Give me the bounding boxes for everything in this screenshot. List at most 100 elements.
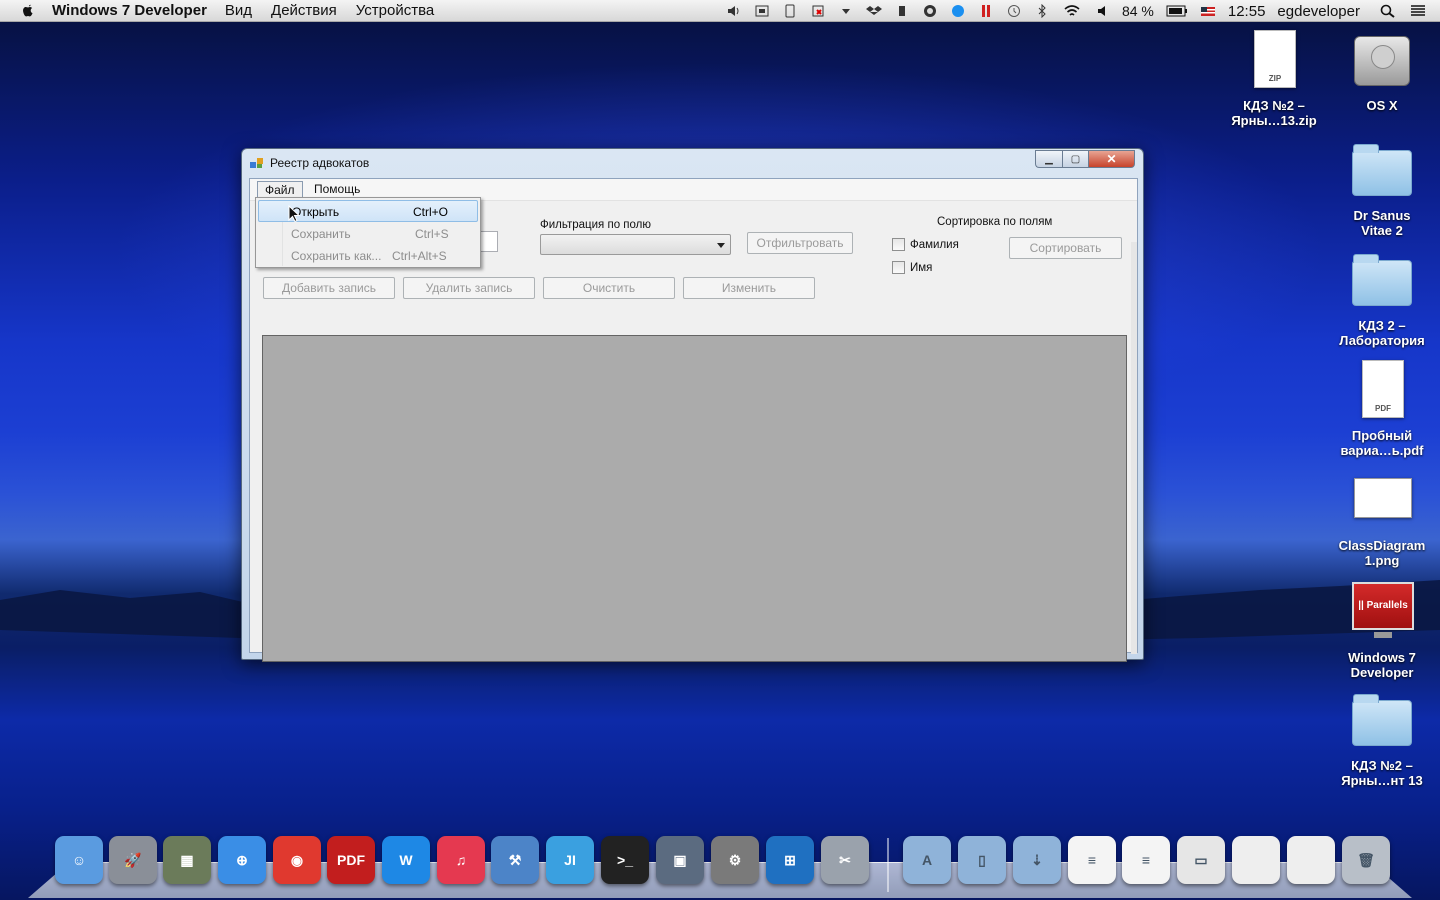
desktop-item-folder-dr-sanus[interactable]: Dr Sanus Vitae 2 xyxy=(1327,140,1437,238)
menu-item-save-as[interactable]: Сохранить как... Ctrl+Alt+S xyxy=(258,245,478,267)
maximize-button[interactable]: ▢ xyxy=(1062,150,1089,168)
launchpad-icon[interactable]: 🚀 xyxy=(109,836,157,884)
desktop-item-folder-kdz2[interactable]: КДЗ №2 – Ярны…нт 13 xyxy=(1327,690,1437,788)
desktop-item-label: КДЗ №2 – Ярны…нт 13 xyxy=(1341,758,1423,788)
mouse-pointer-icon xyxy=(288,205,300,223)
target-icon[interactable] xyxy=(922,4,938,18)
records-grid[interactable] xyxy=(262,335,1127,662)
filter-field-select[interactable] xyxy=(540,234,731,255)
dropbox-icon[interactable] xyxy=(865,4,882,18)
bluetooth-icon[interactable] xyxy=(1034,4,1050,18)
clipboard-icon[interactable] xyxy=(782,4,798,18)
menu-view[interactable]: Вид xyxy=(225,2,252,19)
desktop-item-label: OS X xyxy=(1366,98,1398,113)
battery-icon[interactable] xyxy=(1166,4,1188,18)
window-titlebar[interactable]: Реестр адвокатов ▁ ▢ ✕ xyxy=(242,149,1143,177)
menu-item-save[interactable]: Сохранить Ctrl+S xyxy=(258,223,478,245)
clear-button[interactable]: Очистить xyxy=(543,277,675,299)
apple-icon[interactable] xyxy=(18,2,38,20)
active-app-name[interactable]: Windows 7 Developer xyxy=(52,2,207,19)
folder-icon xyxy=(1352,694,1412,746)
sort-firstname-label: Имя xyxy=(910,262,933,274)
minimized-window-1-icon[interactable] xyxy=(1232,836,1280,884)
xcode-icon[interactable]: ⚒ xyxy=(491,836,539,884)
parallels-vm-icon: || Parallels xyxy=(1352,582,1414,630)
folder-icon xyxy=(1352,144,1412,196)
zip-file-icon: ZIP xyxy=(1254,30,1296,88)
desktop-item-parallels-vm[interactable]: || Parallels Windows 7 Developer xyxy=(1327,582,1437,680)
desktop-item-zip[interactable]: ZIP КДЗ №2 – Ярны…13.zip xyxy=(1219,30,1329,128)
evernote-icon[interactable] xyxy=(894,4,910,18)
image-file-icon xyxy=(1354,478,1412,518)
parallels-desktop-icon[interactable]: ▣ xyxy=(656,836,704,884)
terminal-icon[interactable]: >_ xyxy=(601,836,649,884)
desktop-item-label: Windows 7 Developer xyxy=(1348,650,1416,680)
flag-icon[interactable] xyxy=(810,4,826,18)
menu-actions[interactable]: Действия xyxy=(271,2,337,19)
shazam-icon[interactable] xyxy=(950,4,966,18)
sort-lastname-label: Фамилия xyxy=(910,239,959,251)
itunes-icon[interactable]: ♫ xyxy=(437,836,485,884)
sort-firstname-checkbox[interactable] xyxy=(892,261,905,274)
add-record-button[interactable]: Добавить запись xyxy=(263,277,395,299)
dock-separator xyxy=(887,838,889,892)
windows-icon[interactable]: ⊞ xyxy=(766,836,814,884)
menu-item-label: Сохранить как... xyxy=(291,249,382,263)
clock[interactable]: 12:55 xyxy=(1228,3,1266,20)
parallels-vm-icon[interactable] xyxy=(754,4,770,18)
word-icon[interactable]: W xyxy=(382,836,430,884)
minimize-button[interactable]: ▁ xyxy=(1035,150,1062,168)
wifi-icon[interactable] xyxy=(1062,4,1082,18)
window-edge-strip xyxy=(1131,242,1137,654)
menu-devices[interactable]: Устройства xyxy=(356,2,434,19)
battery-percent[interactable]: 84 % xyxy=(1122,3,1154,19)
hard-disk-icon xyxy=(1354,36,1410,86)
menu-item-shortcut: Ctrl+O xyxy=(413,205,449,219)
menu-item-label: Сохранить xyxy=(291,227,351,241)
grab-icon[interactable]: ✂ xyxy=(821,836,869,884)
volume-low-icon[interactable] xyxy=(1094,4,1110,18)
sort-lastname-checkbox[interactable] xyxy=(892,238,905,251)
documents-folder-icon[interactable]: ▯ xyxy=(958,836,1006,884)
arrow-down-icon[interactable] xyxy=(838,4,854,18)
minimized-window-2-icon[interactable] xyxy=(1287,836,1335,884)
word-document-icon[interactable]: ≡ xyxy=(1068,836,1116,884)
desktop-item-label: Dr Sanus Vitae 2 xyxy=(1353,208,1411,238)
safari-icon[interactable]: ⊕ xyxy=(218,836,266,884)
iphoto-icon[interactable]: ▦ xyxy=(163,836,211,884)
desktop-item-osx-disk[interactable]: OS X xyxy=(1327,30,1437,113)
menu-item-shortcut: Ctrl+Alt+S xyxy=(392,249,447,263)
edit-button[interactable]: Изменить xyxy=(683,277,815,299)
user-name[interactable]: egdeveloper xyxy=(1277,3,1360,20)
chrome-icon[interactable]: ◉ xyxy=(273,836,321,884)
sort-button[interactable]: Сортировать xyxy=(1009,237,1122,259)
desktop-item-folder-kdz2-lab[interactable]: КДЗ 2 – Лаборатория xyxy=(1327,250,1437,348)
desktop-item-label: КДЗ 2 – Лаборатория xyxy=(1339,318,1425,348)
window-thumbnail-icon[interactable]: ▭ xyxy=(1177,836,1225,884)
parallels-bars-icon[interactable] xyxy=(978,4,994,18)
delete-record-button[interactable]: Удалить запись xyxy=(403,277,535,299)
system-preferences-icon[interactable]: ⚙ xyxy=(711,836,759,884)
app-icon xyxy=(250,158,263,168)
volume-icon[interactable] xyxy=(726,4,742,18)
desktop-item-png[interactable]: ClassDiagram 1.png xyxy=(1327,470,1437,568)
mac-menubar: Windows 7 Developer Вид Действия Устройс… xyxy=(0,0,1440,22)
time-machine-icon[interactable] xyxy=(1006,4,1022,18)
filter-button[interactable]: Отфильтровать xyxy=(747,232,853,254)
safari-document-icon[interactable]: ≡ xyxy=(1122,836,1170,884)
close-button[interactable]: ✕ xyxy=(1089,150,1135,168)
desktop-item-label: КДЗ №2 – Ярны…13.zip xyxy=(1231,98,1317,128)
pdf-reader-icon[interactable]: PDF xyxy=(327,836,375,884)
finder-icon[interactable]: ☺ xyxy=(55,836,103,884)
monitor-stand xyxy=(1374,632,1392,638)
us-flag-icon[interactable] xyxy=(1200,4,1216,18)
applications-folder-icon[interactable]: A xyxy=(903,836,951,884)
trash-icon[interactable]: 🗑 xyxy=(1342,836,1390,884)
downloads-folder-icon[interactable]: ⇣ xyxy=(1013,836,1061,884)
search-icon[interactable] xyxy=(1380,4,1396,18)
window-title: Реестр адвокатов xyxy=(270,156,370,170)
list-icon[interactable] xyxy=(1408,4,1428,18)
menubar-status-area: 84 % 12:55 egdeveloper xyxy=(720,0,1440,22)
desktop-item-pdf[interactable]: PDF Пробный вариа…ь.pdf xyxy=(1327,360,1437,458)
intellij-icon[interactable]: JI xyxy=(546,836,594,884)
